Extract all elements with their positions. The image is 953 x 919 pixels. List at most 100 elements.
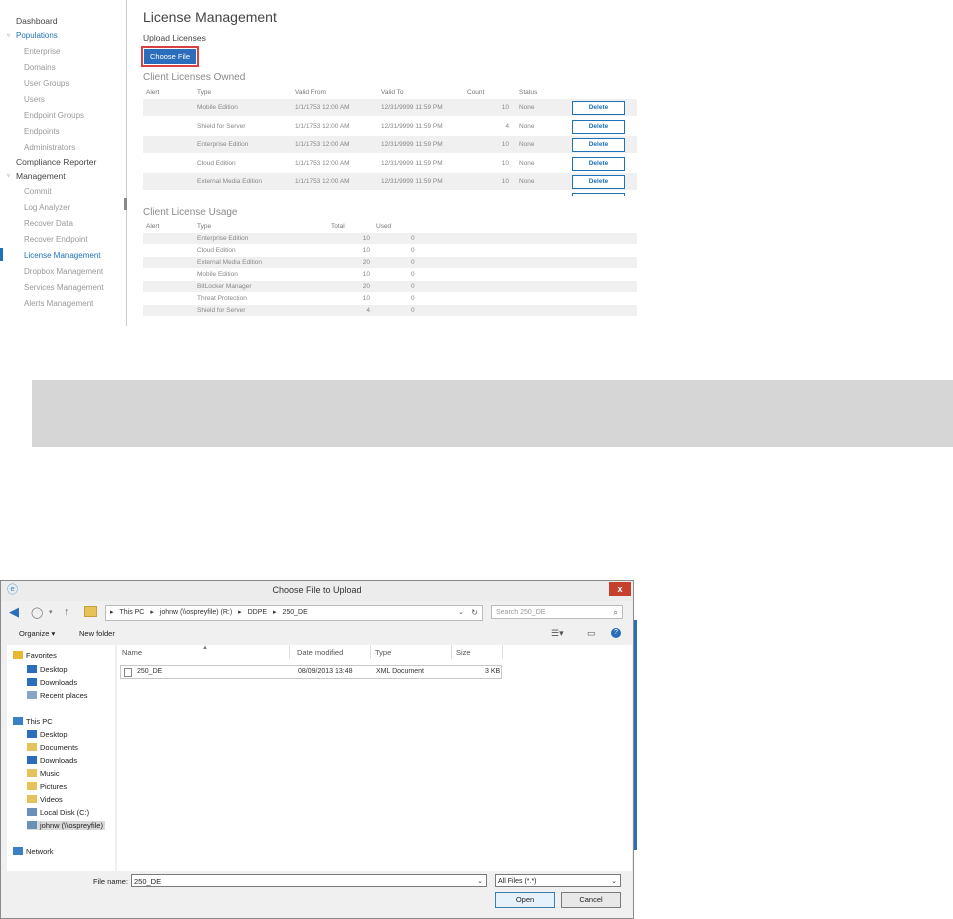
- up-icon[interactable]: ↑: [64, 606, 70, 618]
- sidebar-item-alerts-management[interactable]: Alerts Management: [24, 299, 93, 308]
- nav-item-label: Videos: [40, 795, 63, 804]
- nav-item-downloads[interactable]: Downloads: [27, 756, 77, 765]
- column-type[interactable]: Type: [375, 648, 391, 657]
- nav-item-label: Desktop: [40, 730, 68, 739]
- valid-from-cell: 1/1/1753 12:00 AM: [295, 104, 350, 111]
- breadcrumb-250de[interactable]: 250_DE: [282, 609, 307, 616]
- delete-button[interactable]: Delete: [572, 101, 625, 115]
- file-name-input[interactable]: 250_DE ⌄: [131, 874, 487, 887]
- sidebar-item-management[interactable]: Management: [16, 171, 66, 181]
- sidebar-item-commit[interactable]: Commit: [24, 187, 52, 196]
- sidebar-item-enterprise[interactable]: Enterprise: [24, 47, 60, 56]
- sidebar-item-administrators[interactable]: Administrators: [24, 143, 75, 152]
- search-input[interactable]: Search 250_DE ⌕: [491, 605, 623, 619]
- owned-header-valid-from: Valid From: [295, 89, 326, 96]
- delete-button[interactable]: Delete: [572, 119, 625, 134]
- sidebar-item-recover-data[interactable]: Recover Data: [24, 219, 73, 228]
- breadcrumb-drive[interactable]: johnw (\\ospreyfile) (R:): [160, 609, 232, 616]
- nav-item-pictures[interactable]: Pictures: [27, 782, 67, 791]
- choose-file-dialog: ⓔ Choose File to Upload x ◀ ◯ ▾ ↑ ▸ This…: [0, 580, 634, 919]
- sidebar-item-populations[interactable]: Populations: [16, 31, 58, 40]
- splitter-handle[interactable]: [124, 198, 127, 210]
- delete-button[interactable]: Delete: [572, 156, 625, 171]
- sidebar-item-compliance-reporter[interactable]: Compliance Reporter: [16, 157, 96, 167]
- nav-item-network[interactable]: Network: [13, 847, 54, 856]
- column-divider[interactable]: [451, 645, 452, 659]
- back-icon[interactable]: ◀: [9, 604, 19, 620]
- delete-button[interactable]: Delete: [572, 175, 625, 189]
- nav-item-johnw-ospreyfile[interactable]: johnw (\\ospreyfile): [27, 821, 105, 830]
- delete-button[interactable]: Delete: [572, 138, 625, 152]
- delete-button-partial[interactable]: [572, 193, 625, 196]
- nav-item-downloads[interactable]: Downloads: [27, 678, 77, 687]
- chevron-icon[interactable]: ▿: [7, 172, 10, 179]
- chevron-icon[interactable]: ▿: [7, 32, 10, 39]
- sidebar-item-services-management[interactable]: Services Management: [24, 283, 104, 292]
- sidebar-item-endpoints[interactable]: Endpoints: [24, 127, 60, 136]
- status-cell: None: [519, 141, 535, 148]
- sidebar-item-user-groups[interactable]: User Groups: [24, 79, 69, 88]
- dialog-titlebar[interactable]: ⓔ Choose File to Upload x: [1, 581, 633, 601]
- refresh-icon[interactable]: ↻: [471, 606, 478, 620]
- active-nav-marker: [0, 248, 3, 261]
- type-cell: Shield for Server: [197, 307, 246, 314]
- new-folder-button[interactable]: New folder: [79, 629, 115, 638]
- file-type-select[interactable]: All Files (*.*) ⌄: [495, 874, 621, 887]
- owned-header-type: Type: [197, 89, 212, 96]
- sidebar-item-domains[interactable]: Domains: [24, 63, 56, 72]
- chevron-down-icon[interactable]: ⌄: [477, 875, 483, 888]
- nav-item-documents[interactable]: Documents: [27, 743, 78, 752]
- column-divider[interactable]: [502, 645, 503, 659]
- nav-item-local-disk-c[interactable]: Local Disk (C:): [27, 808, 89, 817]
- used-cell: 0: [411, 259, 415, 266]
- folder-icon: [84, 606, 97, 617]
- forward-icon[interactable]: ◯: [31, 606, 43, 619]
- file-row[interactable]: 250_DE 08/09/2013 13:48 XML Document 3 K…: [120, 665, 502, 679]
- xml-file-icon: [124, 668, 132, 677]
- nav-item-desktop[interactable]: Desktop: [27, 730, 68, 739]
- sidebar-item-dropbox-management[interactable]: Dropbox Management: [24, 267, 103, 276]
- column-name[interactable]: Name: [122, 648, 142, 657]
- page-title: License Management: [143, 9, 277, 25]
- sidebar-item-endpoint-groups[interactable]: Endpoint Groups: [24, 111, 84, 120]
- breadcrumb-this-pc[interactable]: This PC: [119, 609, 144, 616]
- view-options-icon[interactable]: ☰▾: [551, 628, 564, 639]
- nav-item-favorites[interactable]: Favorites: [13, 651, 57, 660]
- table-row: External Media Edition 1/1/1753 12:00 AM 1…: [143, 173, 637, 190]
- address-bar[interactable]: ▸ This PC ▸ johnw (\\ospreyfile) (R:) ▸ …: [105, 605, 483, 621]
- help-icon[interactable]: ?: [611, 628, 621, 638]
- nav-item-this-pc[interactable]: This PC: [13, 717, 53, 726]
- sidebar-item-license-management[interactable]: License Management: [24, 251, 101, 260]
- column-date-modified[interactable]: Date modified: [297, 648, 343, 657]
- recent-dropdown-icon[interactable]: ▾: [49, 608, 53, 616]
- choose-file-button[interactable]: Choose File: [141, 46, 199, 67]
- used-cell: 0: [411, 247, 415, 254]
- column-divider[interactable]: [370, 645, 371, 659]
- sidebar-item-recover-endpoint[interactable]: Recover Endpoint: [24, 235, 88, 244]
- sidebar-item-log-analyzer[interactable]: Log Analyzer: [24, 203, 70, 212]
- breadcrumb-ddpe[interactable]: DDPE: [248, 609, 267, 616]
- preview-pane-icon[interactable]: ▭: [587, 628, 596, 639]
- nav-item-videos[interactable]: Videos: [27, 795, 63, 804]
- nav-item-music[interactable]: Music: [27, 769, 60, 778]
- chevron-down-icon[interactable]: ⌄: [611, 875, 617, 888]
- table-row: Cloud Edition 1/1/1753 12:00 AM 12/31/9999…: [143, 155, 637, 172]
- sidebar-item-users[interactable]: Users: [24, 95, 45, 104]
- network-drive-icon: [27, 821, 37, 829]
- column-divider[interactable]: [289, 645, 290, 659]
- cancel-button[interactable]: Cancel: [561, 892, 621, 908]
- close-button[interactable]: x: [609, 582, 631, 596]
- sidebar-item-dashboard[interactable]: Dashboard: [16, 16, 58, 26]
- type-cell: Threat Protection: [197, 295, 247, 302]
- network-icon: [13, 847, 23, 855]
- nav-item-desktop[interactable]: Desktop: [27, 665, 68, 674]
- nav-item-recent-places[interactable]: Recent places: [27, 691, 88, 700]
- search-icon[interactable]: ⌕: [614, 606, 618, 620]
- used-cell: 0: [411, 271, 415, 278]
- address-dropdown-icon[interactable]: ⌄: [458, 606, 464, 620]
- open-button[interactable]: Open: [495, 892, 555, 908]
- count-cell: 10: [501, 178, 509, 185]
- nav-item-label: This PC: [26, 717, 53, 726]
- column-size[interactable]: Size: [456, 648, 471, 657]
- organize-button[interactable]: Organize ▾: [19, 629, 55, 638]
